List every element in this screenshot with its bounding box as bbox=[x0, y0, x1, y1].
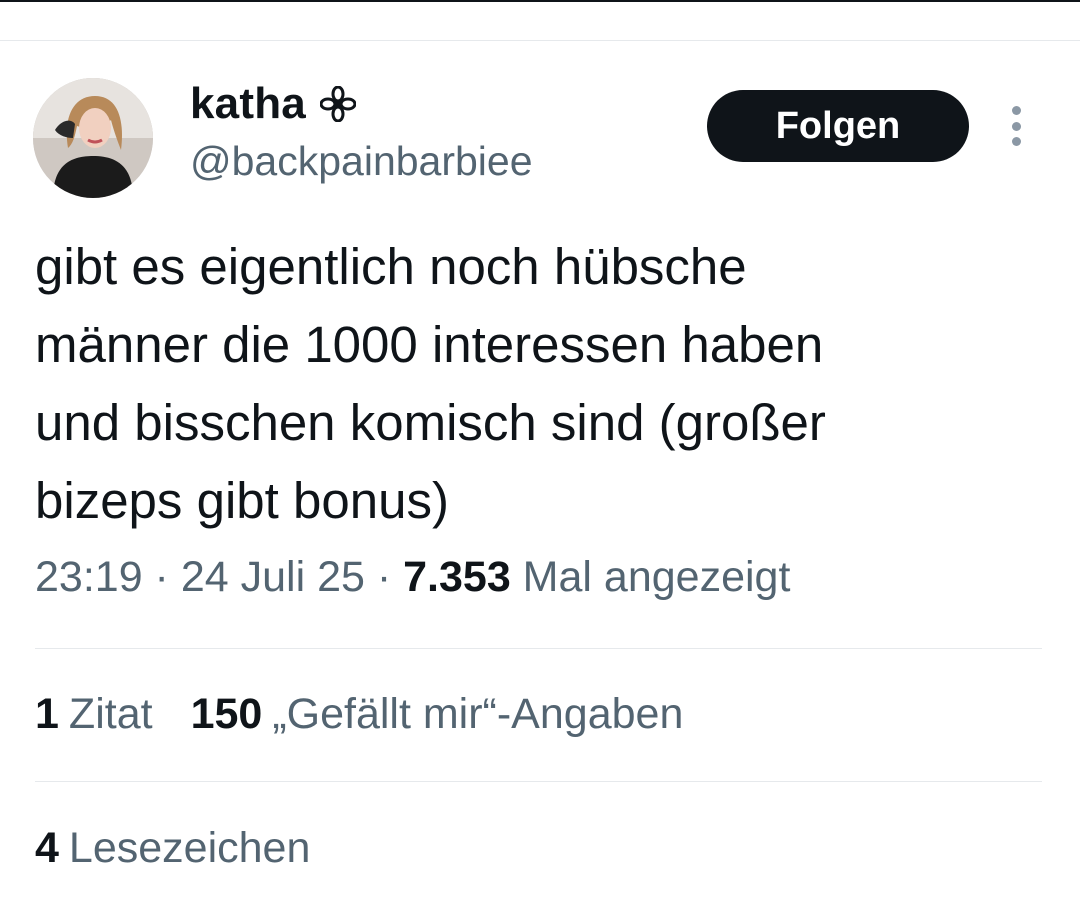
more-dot bbox=[1011, 106, 1021, 115]
quotes-count: 1 bbox=[35, 690, 59, 738]
likes-count: 150 bbox=[190, 690, 263, 738]
follow-button[interactable]: Folgen bbox=[707, 90, 969, 162]
divider bbox=[35, 648, 1042, 649]
display-name-row: katha bbox=[190, 78, 357, 130]
display-name[interactable]: katha bbox=[190, 79, 306, 129]
views-label: Mal angezeigt bbox=[510, 553, 791, 601]
tweet-time[interactable]: 23:19 bbox=[35, 553, 143, 601]
profile-photo-icon bbox=[33, 78, 153, 198]
bookmarks-stat[interactable]: 4 Lesezeichen bbox=[35, 824, 310, 873]
likes-stat[interactable]: 150 „Gefällt mir“-Angaben bbox=[191, 690, 684, 739]
author-handle[interactable]: @backpainbarbiee bbox=[190, 138, 533, 185]
tweet-date[interactable]: 24 Juli 25 bbox=[181, 553, 365, 601]
more-dot bbox=[1011, 121, 1021, 131]
meta-separator: · bbox=[142, 553, 181, 601]
bookmarks-count: 4 bbox=[35, 824, 59, 872]
avatar[interactable] bbox=[33, 78, 153, 198]
top-border bbox=[0, 0, 1080, 2]
more-vertical-icon[interactable] bbox=[1000, 100, 1032, 152]
quotes-label: Zitat bbox=[68, 690, 153, 738]
flower-icon bbox=[319, 85, 357, 123]
top-divider bbox=[0, 40, 1080, 41]
meta-separator: · bbox=[364, 553, 404, 601]
more-dot bbox=[1011, 137, 1021, 146]
quotes-stat[interactable]: 1 Zitat bbox=[35, 690, 153, 739]
bookmarks-label: Lesezeichen bbox=[68, 824, 311, 872]
views-count: 7.353 bbox=[403, 553, 511, 601]
tweet-text: gibt es eigentlich noch hübsche männer d… bbox=[35, 238, 826, 529]
divider bbox=[35, 781, 1042, 782]
engagement-stats: 1 Zitat 150 „Gefällt mir“-Angaben bbox=[35, 690, 683, 739]
likes-label: „Gefällt mir“-Angaben bbox=[272, 690, 684, 738]
tweet-meta: 23:19 · 24 Juli 25 · 7.353 Mal angezeigt bbox=[35, 553, 790, 602]
